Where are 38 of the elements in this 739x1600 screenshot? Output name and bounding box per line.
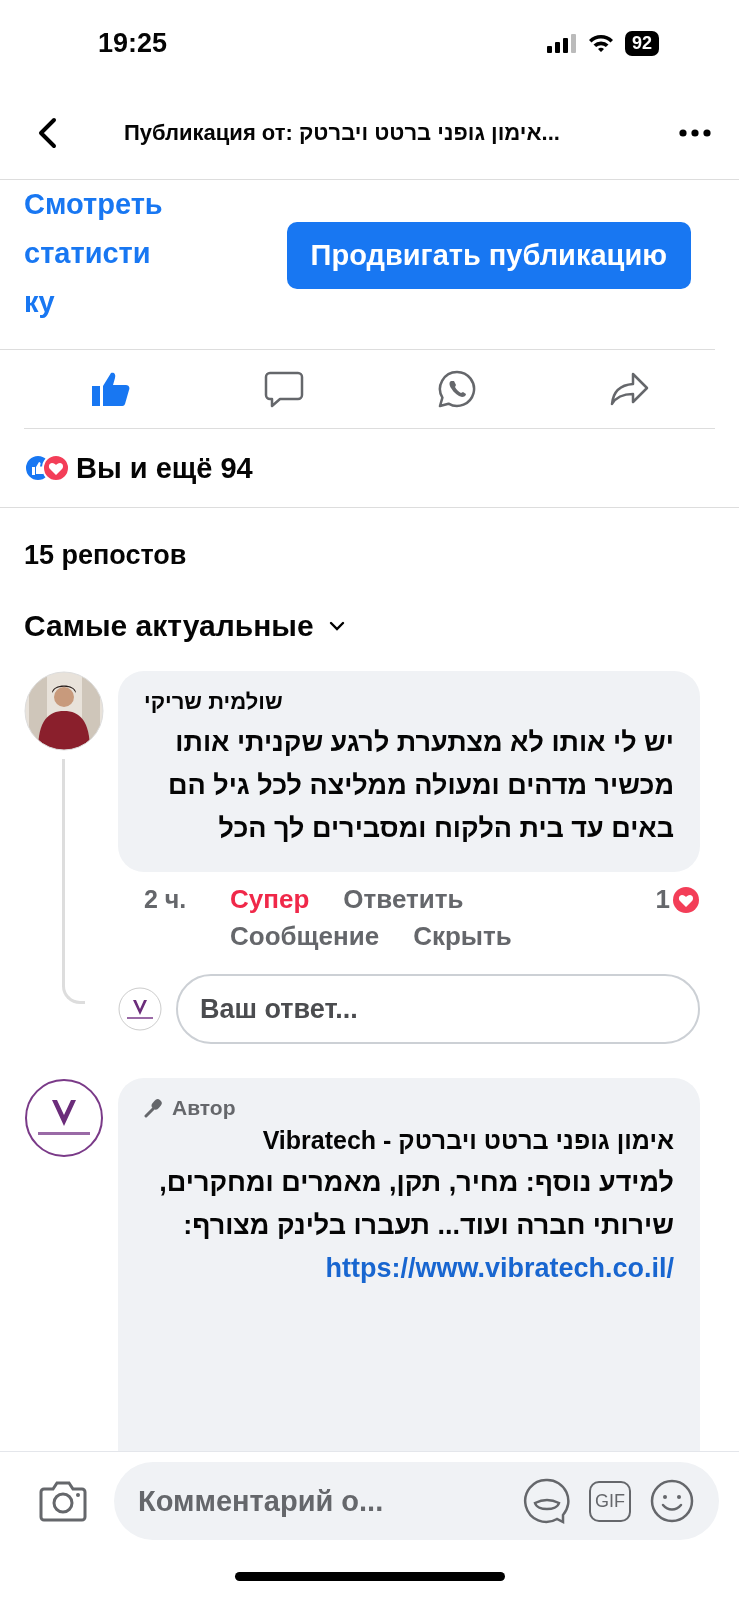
share-button[interactable] <box>608 371 649 407</box>
reaction-icons <box>24 454 70 482</box>
comment-time: 2 ч. <box>144 885 188 914</box>
signal-icon <box>546 33 577 53</box>
camera-icon[interactable] <box>38 1479 88 1523</box>
reposts-count[interactable]: 15 репостов <box>0 508 739 571</box>
whatsapp-button[interactable] <box>436 369 477 409</box>
sort-dropdown[interactable]: Самые актуальные <box>24 609 346 643</box>
hide-button[interactable]: Скрыть <box>413 921 512 952</box>
view-stats-link[interactable]: Смотреть статистику <box>24 180 164 327</box>
microphone-icon <box>144 1098 164 1118</box>
comment-text: יש לי אותו לא מצתערת לרגע שקניתי אותו מכשיר מדהים ומעולה ממליצה לכל גיל הם באים עד בית הלקוח ומסבירים לך הכל <box>167 726 674 845</box>
message-button[interactable]: Сообщение <box>230 921 380 952</box>
caret-icon[interactable] <box>327 620 346 632</box>
gif-button[interactable]: GIF <box>589 1480 631 1522</box>
post-title: Публикация от: אימון גופני ברטט ויברטק... <box>123 119 561 146</box>
reaction-button[interactable]: Супер <box>230 884 310 915</box>
sticker-icon[interactable] <box>523 1477 571 1525</box>
comment-author[interactable]: אימון גופני ברטט ויברטק - Vibratech <box>144 1126 674 1155</box>
comment-field[interactable]: Комментарий о... GIF <box>114 1462 719 1540</box>
comment-placeholder: Комментарий о... <box>138 1484 385 1518</box>
reaction-count[interactable]: Вы и ещё 94 <box>76 451 253 485</box>
emoji-icon[interactable] <box>649 1478 695 1524</box>
comment-text: למידע נוסף: מחיר, תקן, מאמרים ומחקרים, שירותי חברה ועוד... תעברו בלינק מצורף: <box>158 1166 674 1242</box>
page-avatar-icon <box>24 1078 104 1158</box>
author-label: Автор <box>172 1096 236 1120</box>
promote-button[interactable]: Продвигать публикацию <box>286 222 691 289</box>
status-time: 19:25 <box>98 27 168 59</box>
website-link[interactable]: https://www.vibratech.co.il/ <box>144 1247 674 1290</box>
back-icon[interactable] <box>36 116 58 149</box>
reply-input[interactable]: Ваш ответ... <box>176 974 700 1044</box>
comment-author[interactable]: שולמית שריקי <box>144 689 674 715</box>
reply-button[interactable]: Ответить <box>343 884 464 915</box>
comment-button[interactable] <box>264 370 305 408</box>
battery-indicator: 92 <box>624 30 659 56</box>
more-icon[interactable] <box>679 128 711 137</box>
like-count: 1 <box>655 884 670 915</box>
page-avatar-icon <box>118 987 162 1031</box>
